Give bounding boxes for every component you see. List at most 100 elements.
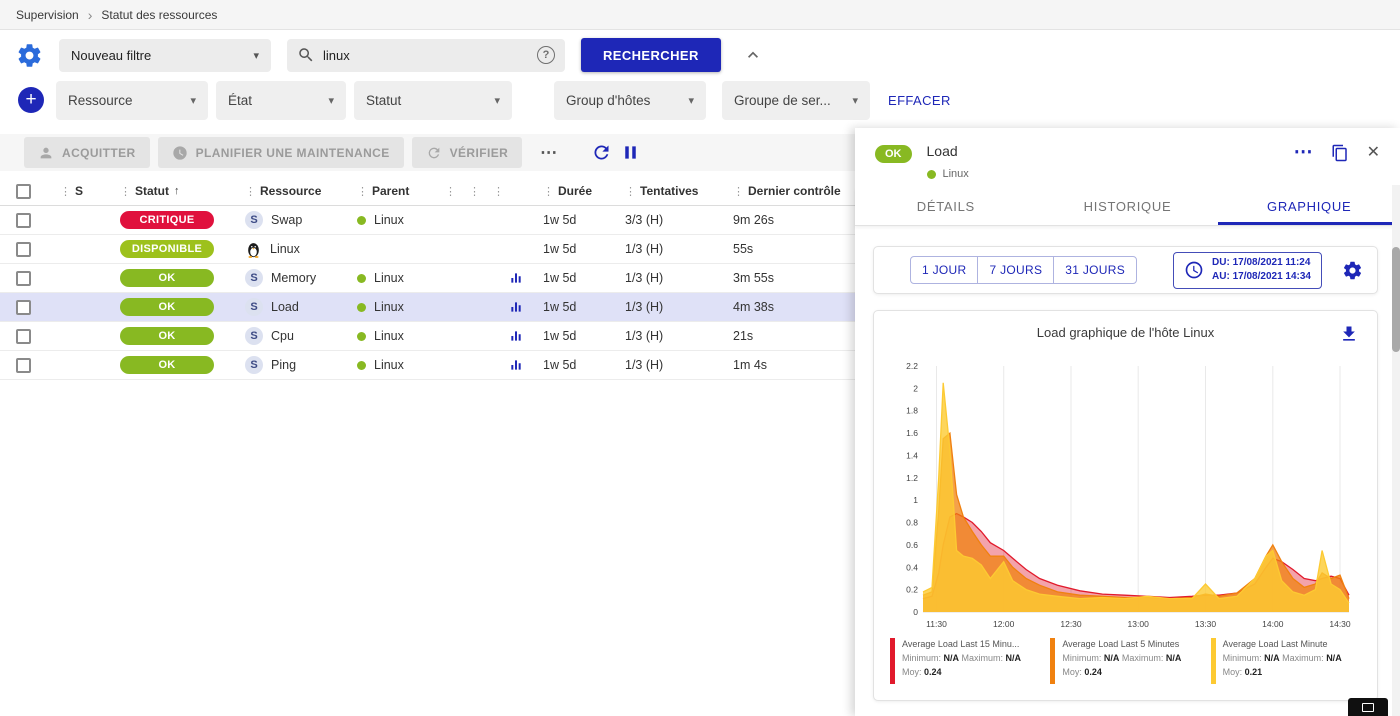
- close-panel-icon[interactable]: ✕: [1367, 145, 1380, 161]
- column-drag-icon[interactable]: ⋮: [733, 185, 744, 198]
- range-button-1-jour[interactable]: 1 JOUR: [910, 256, 978, 284]
- chart-cell[interactable]: [503, 329, 529, 343]
- column-drag-icon[interactable]: ⋮: [543, 185, 554, 198]
- column-drag-icon[interactable]: ⋮: [493, 185, 503, 198]
- resource-row-linux[interactable]: DISPONIBLELinux1w 5d1/3 (H)55s: [0, 235, 855, 264]
- chart-cell[interactable]: [503, 300, 529, 314]
- column-header-tries[interactable]: ⋮Tentatives: [611, 184, 719, 198]
- svg-text:13:00: 13:00: [1127, 619, 1149, 629]
- resource-cell[interactable]: SLoad: [231, 298, 343, 316]
- resource-name: Swap: [271, 213, 302, 227]
- actions-toolbar: ACQUITTER PLANIFIER UNE MAINTENANCE VÉRI…: [0, 134, 855, 171]
- legend-item[interactable]: Average Load Last 5 MinutesMinimum: N/A …: [1050, 638, 1202, 684]
- resource-row-memory[interactable]: OKSMemoryLinux1w 5d1/3 (H)3m 55s: [0, 264, 855, 293]
- column-drag-icon[interactable]: ⋮: [469, 185, 479, 198]
- saved-filter-select[interactable]: Nouveau filtre ▾: [59, 39, 271, 72]
- row-checkbox[interactable]: [16, 242, 31, 257]
- panel-scrollbar-track[interactable]: [1392, 185, 1400, 716]
- load-area-chart: 00.20.40.60.811.21.41.61.822.211:3012:00…: [891, 356, 1361, 634]
- column-header-status[interactable]: ⋮Statut↑: [106, 184, 231, 198]
- column-header-parent[interactable]: ⋮Parent: [343, 184, 431, 198]
- chart-cell[interactable]: [503, 271, 529, 285]
- bar-chart-icon[interactable]: [509, 271, 523, 285]
- copy-link-icon[interactable]: [1331, 144, 1349, 162]
- row-checkbox[interactable]: [16, 271, 31, 286]
- bar-chart-icon[interactable]: [509, 358, 523, 372]
- refresh-icon[interactable]: [591, 142, 612, 163]
- parent-cell[interactable]: Linux: [343, 358, 431, 372]
- column-drag-icon[interactable]: ⋮: [60, 185, 71, 198]
- service-icon: S: [245, 327, 263, 345]
- duration-cell: 1w 5d: [529, 300, 611, 314]
- legend-item[interactable]: Average Load Last MinuteMinimum: N/A Max…: [1211, 638, 1363, 684]
- breadcrumb-item-supervision[interactable]: Supervision: [16, 8, 79, 22]
- resource-row-swap[interactable]: CRITIQUESSwapLinux1w 5d3/3 (H)9m 26s: [0, 206, 855, 235]
- column-drag-icon[interactable]: ⋮: [245, 185, 256, 198]
- column-drag-icon[interactable]: ⋮: [625, 185, 636, 198]
- row-checkbox[interactable]: [16, 300, 31, 315]
- column-header-graph-flag[interactable]: ⋮G: [479, 184, 503, 198]
- panel-more-icon[interactable]: ⋯: [1294, 143, 1313, 162]
- column-header-resource[interactable]: ⋮Ressource: [231, 184, 343, 198]
- check-button[interactable]: VÉRIFIER: [412, 137, 523, 168]
- parent-cell[interactable]: Linux: [343, 271, 431, 285]
- filter-criteria-ressource[interactable]: Ressource▾: [56, 81, 208, 120]
- acknowledge-button[interactable]: ACQUITTER: [24, 137, 150, 168]
- resource-row-cpu[interactable]: OKSCpuLinux1w 5d1/3 (H)21s: [0, 322, 855, 351]
- export-download-icon[interactable]: [1339, 324, 1359, 344]
- resource-cell[interactable]: SCpu: [231, 327, 343, 345]
- tab-graphique[interactable]: GRAPHIQUE: [1218, 188, 1400, 225]
- parent-cell[interactable]: Linux: [343, 300, 431, 314]
- settings-icon[interactable]: [16, 42, 43, 69]
- parent-cell[interactable]: Linux: [343, 213, 431, 227]
- column-drag-icon[interactable]: ⋮: [445, 185, 455, 198]
- bar-chart-icon[interactable]: [509, 300, 523, 314]
- filter-criteria-groupe-hotes[interactable]: Group d'hôtes▾: [554, 81, 706, 120]
- more-actions-icon[interactable]: ⋯: [530, 143, 567, 163]
- parent-cell[interactable]: Linux: [343, 329, 431, 343]
- resource-row-load[interactable]: OKSLoadLinux1w 5d1/3 (H)4m 38s: [0, 293, 855, 322]
- column-header-duration[interactable]: ⋮Durée: [529, 184, 611, 198]
- legend-item[interactable]: Average Load Last 15 Minu...Minimum: N/A…: [890, 638, 1042, 684]
- bar-chart-icon[interactable]: [509, 329, 523, 343]
- filter-criteria-groupe-services[interactable]: Groupe de ser...▾: [722, 81, 870, 120]
- maintenance-button[interactable]: PLANIFIER UNE MAINTENANCE: [158, 137, 404, 168]
- status-cell: DISPONIBLE: [106, 240, 231, 258]
- row-checkbox[interactable]: [16, 358, 31, 373]
- search-button[interactable]: RECHERCHER: [581, 38, 721, 72]
- clock-icon: [1184, 260, 1204, 280]
- select-all-checkbox[interactable]: [16, 184, 31, 199]
- resource-cell[interactable]: SPing: [231, 356, 343, 374]
- add-criteria-icon[interactable]: +: [18, 87, 44, 113]
- panel-scrollbar-thumb[interactable]: [1392, 247, 1400, 352]
- date-range-picker[interactable]: DU: 17/08/2021 11:24 AU: 17/08/2021 14:3…: [1173, 252, 1322, 289]
- column-header-notes[interactable]: ⋮N: [431, 184, 455, 198]
- resource-cell[interactable]: SMemory: [231, 269, 343, 287]
- resource-cell[interactable]: SSwap: [231, 211, 343, 229]
- search-input[interactable]: [323, 48, 529, 63]
- filter-criteria-statut[interactable]: Statut▾: [354, 81, 512, 120]
- clear-filters-link[interactable]: EFFACER: [888, 93, 951, 108]
- resource-row-ping[interactable]: OKSPingLinux1w 5d1/3 (H)1m 4s: [0, 351, 855, 380]
- column-header-severity[interactable]: ⋮S: [46, 184, 106, 198]
- tries-cell: 3/3 (H): [611, 213, 719, 227]
- row-checkbox[interactable]: [16, 329, 31, 344]
- row-checkbox[interactable]: [16, 213, 31, 228]
- search-help-icon[interactable]: ?: [537, 46, 555, 64]
- column-header-last-check[interactable]: ⋮Dernier contrôle: [719, 184, 855, 198]
- status-badge: OK: [875, 145, 912, 163]
- tab-historique[interactable]: HISTORIQUE: [1037, 188, 1219, 225]
- filter-criteria-etat[interactable]: État▾: [216, 81, 346, 120]
- chart-cell[interactable]: [503, 358, 529, 372]
- collapse-filters-icon[interactable]: [743, 45, 763, 65]
- graph-settings-icon[interactable]: [1342, 260, 1363, 281]
- svg-text:0.4: 0.4: [906, 562, 918, 572]
- column-drag-icon[interactable]: ⋮: [357, 185, 368, 198]
- column-drag-icon[interactable]: ⋮: [120, 185, 131, 198]
- range-button-31-jours[interactable]: 31 JOURS: [1053, 256, 1137, 284]
- column-header-ack[interactable]: ⋮A: [455, 184, 479, 198]
- resource-cell[interactable]: Linux: [231, 241, 343, 258]
- pause-icon[interactable]: [620, 142, 641, 163]
- tab-details[interactable]: DÉTAILS: [855, 188, 1037, 225]
- range-button-7-jours[interactable]: 7 JOURS: [977, 256, 1054, 284]
